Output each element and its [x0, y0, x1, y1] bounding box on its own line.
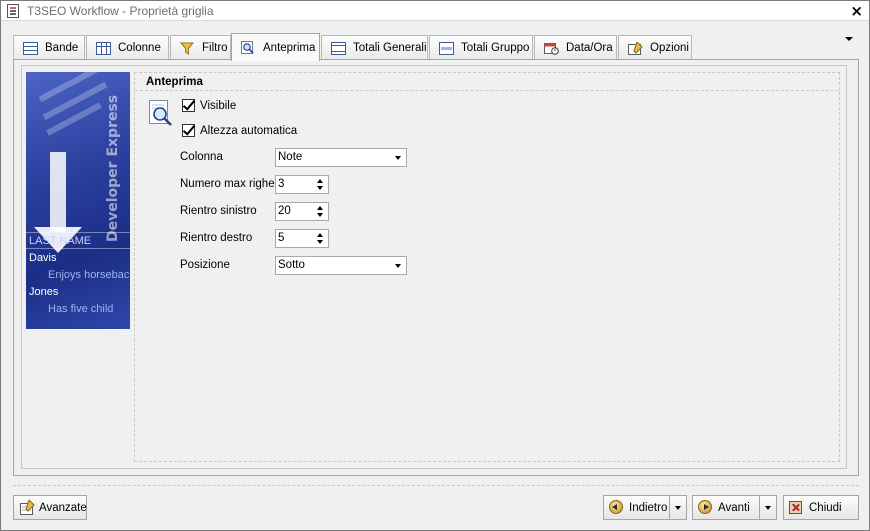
spin-up-icon[interactable] [317, 206, 323, 210]
rientro-sinistro-value: 20 [278, 205, 291, 217]
banner-grid-header: LAST NAME [26, 232, 130, 249]
colonna-value: Note [278, 151, 303, 163]
tab-bande[interactable]: Bande [13, 35, 85, 60]
banner-grid-note: Has five child [48, 303, 114, 315]
close-icon [789, 500, 805, 516]
tab-label: Filtro [202, 42, 228, 54]
properties-window: T3SEO Workflow - Proprietà griglia × Ban… [0, 0, 870, 531]
tab-opzioni[interactable]: Opzioni [618, 35, 692, 60]
avanti-dropdown-icon[interactable] [759, 496, 776, 519]
posizione-combo[interactable]: Sotto [275, 256, 407, 275]
group-header: Anteprima [135, 73, 839, 91]
tab-label: Totali Generali [353, 42, 427, 54]
bands-icon [23, 41, 38, 55]
altezza-automatica-row[interactable]: Altezza automatica [182, 124, 297, 137]
rientro-sinistro-spinner[interactable]: 20 [275, 202, 329, 221]
rientro-sinistro-label: Rientro sinistro [180, 205, 257, 217]
tab-filtro[interactable]: Filtro [170, 35, 231, 60]
rientro-destro-spinner[interactable]: 5 [275, 229, 329, 248]
anteprima-group: Anteprima Visibile Altezza automatica Co… [134, 72, 840, 462]
chiudi-button[interactable]: Chiudi [783, 495, 859, 520]
back-arrow-icon [609, 499, 625, 516]
banner-brand-text: Developer Express [105, 94, 121, 242]
tabs-overflow-arrow[interactable] [845, 37, 853, 41]
altezza-automatica-label: Altezza automatica [200, 124, 298, 137]
chevron-down-icon[interactable] [395, 156, 401, 160]
preview-banner-image: Developer Express LAST NAME Davis Enjoys… [26, 72, 130, 329]
spin-down-icon[interactable] [317, 186, 323, 190]
bottom-separator [13, 485, 859, 486]
colonna-combo[interactable]: Note [275, 148, 407, 167]
rientro-destro-value: 5 [278, 232, 285, 244]
totals-icon [331, 41, 346, 55]
posizione-value: Sotto [278, 259, 305, 271]
banner-grid-name: Jones [29, 286, 59, 298]
tab-label: Opzioni [650, 42, 689, 54]
columns-icon [96, 41, 111, 55]
indietro-button[interactable]: Indietro [603, 495, 687, 520]
tab-label: Colonne [118, 42, 161, 54]
tab-label: Bande [45, 42, 79, 54]
avanzate-button[interactable]: Avanzate [13, 495, 87, 520]
tab-colonne[interactable]: Colonne [86, 35, 169, 60]
numero-max-righe-label: Numero max righe [180, 178, 275, 190]
tab-label: Data/Ora [566, 42, 613, 54]
tab-data-ora[interactable]: Data/Ora [534, 35, 617, 60]
forward-arrow-icon [698, 499, 714, 516]
chiudi-label: Chiudi [809, 501, 842, 514]
colonna-label: Colonna [180, 151, 223, 163]
chevron-down-icon[interactable] [395, 264, 401, 268]
rientro-destro-label: Rientro destro [180, 232, 253, 244]
banner-grid-name: Davis [29, 252, 57, 264]
filter-icon [179, 42, 195, 55]
altezza-automatica-checkbox[interactable] [182, 124, 195, 137]
visibile-checkbox[interactable] [182, 99, 195, 112]
tab-page-inner: Developer Express LAST NAME Davis Enjoys… [21, 65, 847, 469]
banner-arrow-shaft [50, 152, 66, 232]
visibile-row[interactable]: Visibile [182, 99, 236, 112]
tab-page: Developer Express LAST NAME Davis Enjoys… [13, 59, 859, 476]
options-icon [628, 40, 643, 55]
avanzate-label: Avanzate [39, 501, 87, 514]
spin-down-icon[interactable] [317, 240, 323, 244]
posizione-label: Posizione [180, 259, 230, 271]
magnifier-icon [241, 41, 256, 54]
avanti-button[interactable]: Avanti [692, 495, 777, 520]
tab-totali-gruppo[interactable]: Totali Gruppo [429, 35, 533, 60]
tab-label: Totali Gruppo [461, 42, 530, 54]
visibile-label: Visibile [200, 99, 237, 112]
close-window-button[interactable]: × [850, 2, 863, 20]
indietro-label: Indietro [629, 501, 668, 514]
numero-max-righe-spinner[interactable]: 3 [275, 175, 329, 194]
title-bar: T3SEO Workflow - Proprietà griglia × [1, 1, 869, 21]
preview-magnifier-icon [148, 99, 174, 129]
numero-max-righe-value: 3 [278, 178, 285, 190]
tab-strip: Bande Colonne Filtro Anteprima Totali Ge… [13, 33, 859, 61]
calendar-icon [544, 42, 559, 55]
tab-anteprima[interactable]: Anteprima [231, 33, 320, 61]
window-title: T3SEO Workflow - Proprietà griglia [27, 4, 214, 18]
tab-label: Anteprima [263, 41, 316, 54]
spin-up-icon[interactable] [317, 179, 323, 183]
spin-down-icon[interactable] [317, 213, 323, 217]
banner-grid-note: Enjoys horseback [48, 269, 130, 281]
app-icon [7, 4, 19, 18]
spin-up-icon[interactable] [317, 233, 323, 237]
group-totals-icon [439, 41, 454, 55]
indietro-dropdown-icon[interactable] [669, 496, 686, 519]
advanced-settings-icon [19, 498, 35, 516]
group-title: Anteprima [146, 76, 203, 88]
avanti-label: Avanti [718, 501, 750, 514]
tab-totali-generali[interactable]: Totali Generali [321, 35, 428, 60]
